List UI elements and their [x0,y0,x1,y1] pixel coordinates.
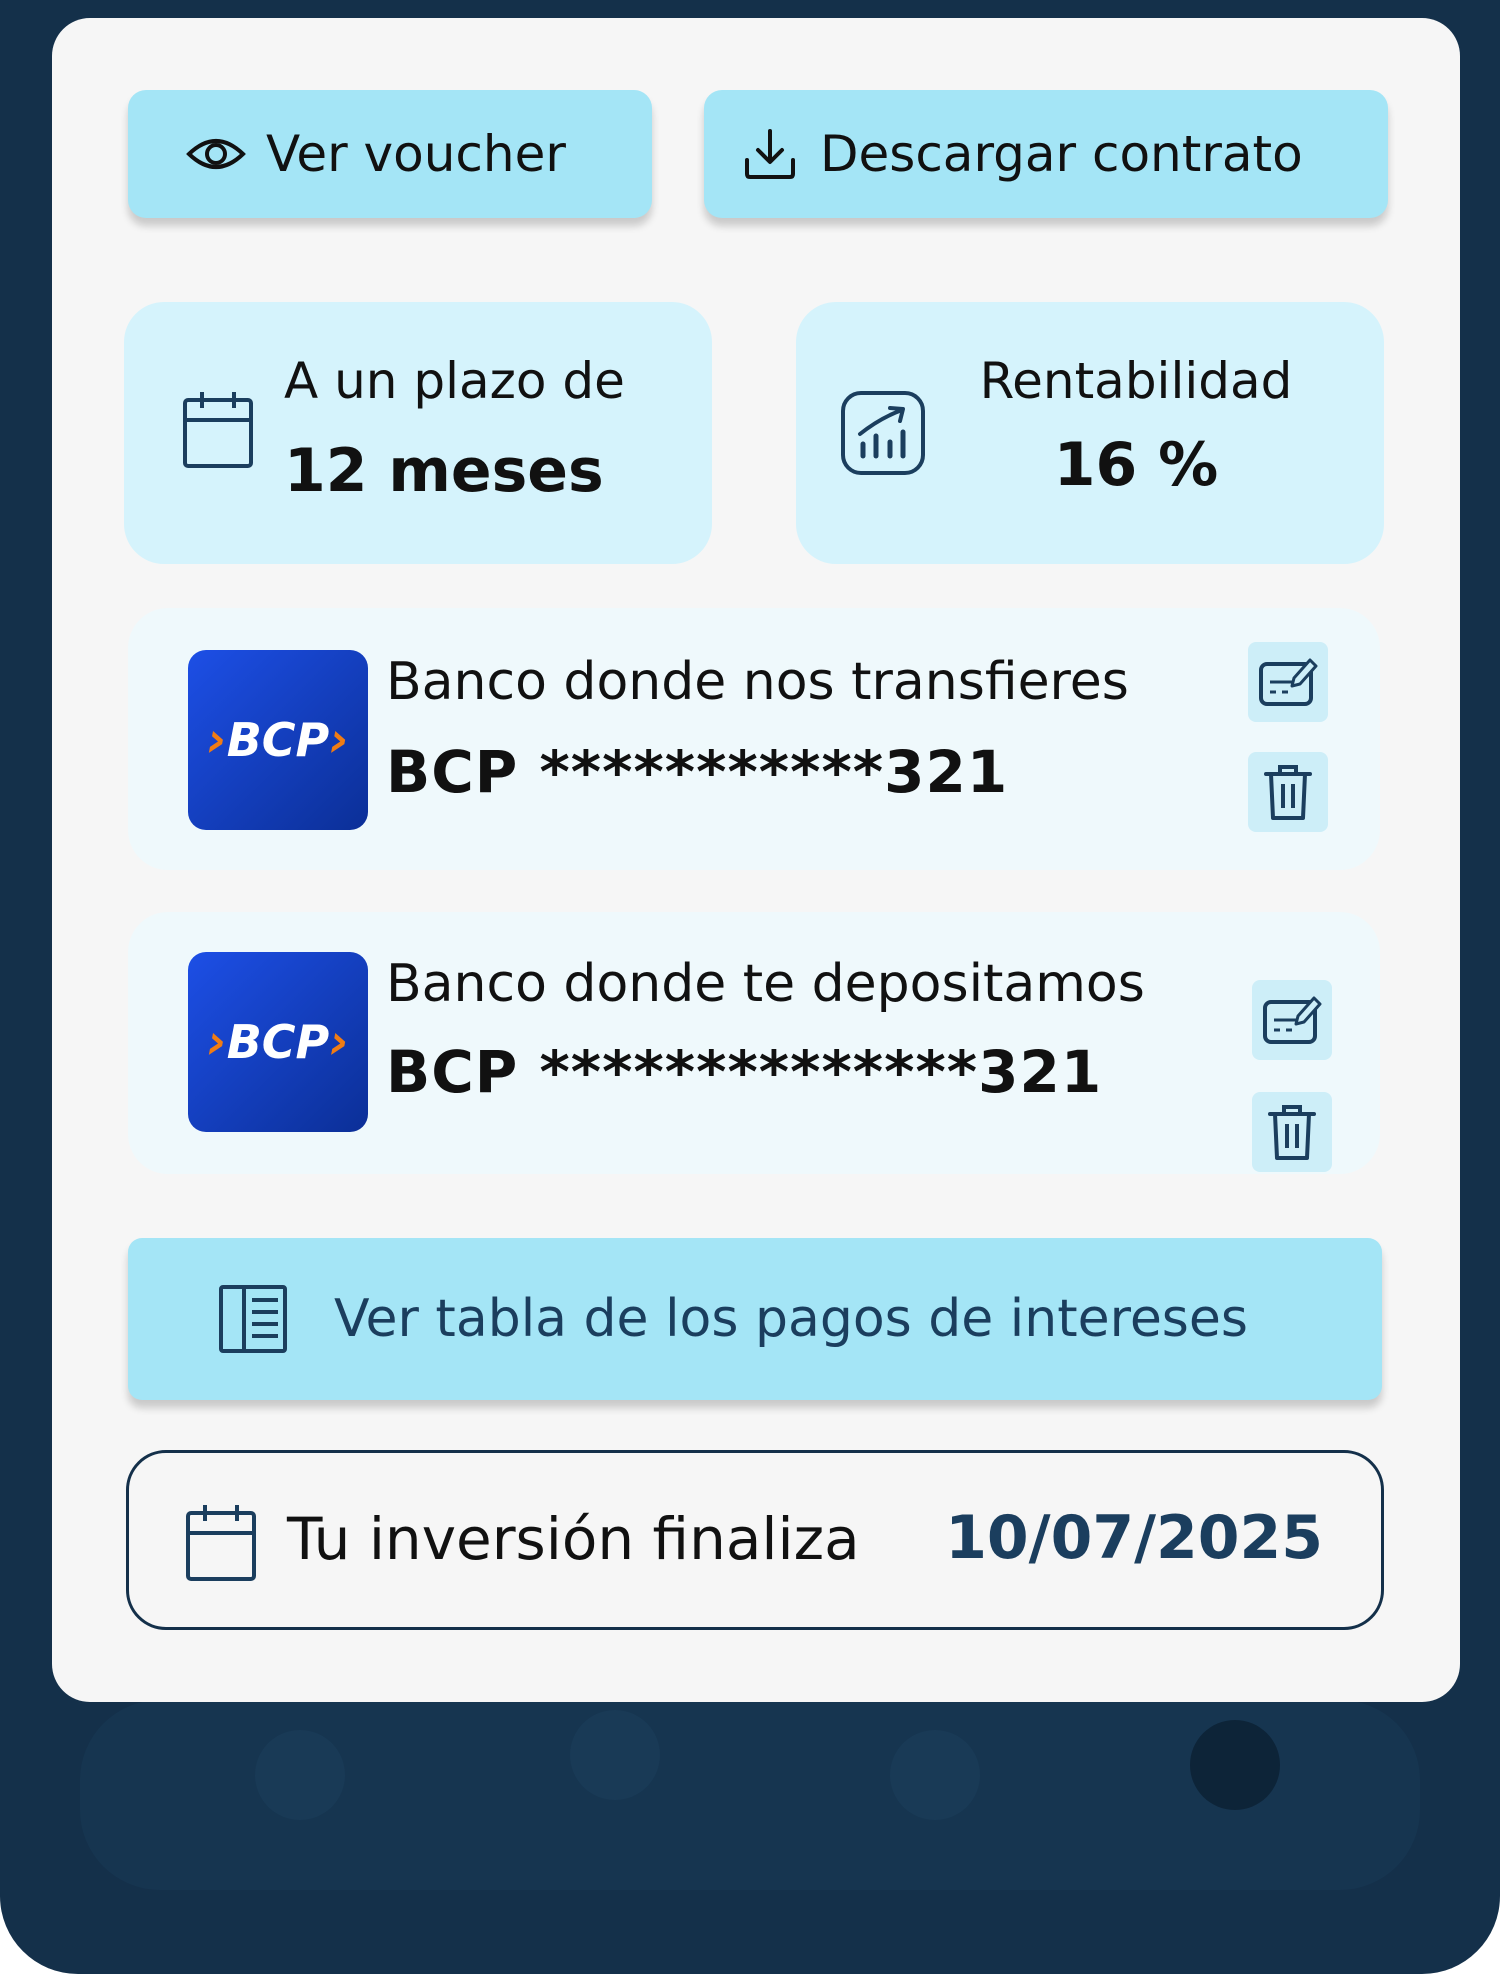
destination-bank-card: › BCP › Banco donde te depositamos BCP *… [128,912,1380,1174]
edit-icon [1258,656,1318,708]
calendar-icon [182,390,254,474]
delete-origin-bank-button[interactable] [1248,752,1328,832]
destination-bank-label: Banco donde te depositamos [386,954,1145,1014]
background-nav-icon [570,1710,660,1800]
background-nav-icon [255,1730,345,1820]
edit-destination-bank-button[interactable] [1252,980,1332,1060]
profitability-caption: Rentabilidad [979,352,1293,410]
app-frame: Ver voucher Descargar contrato A un plaz… [0,0,1500,1974]
profitability-value: 16 % [1053,430,1219,500]
profitability-card: Rentabilidad 16 % [796,302,1384,564]
eye-icon [186,134,246,174]
interest-table-button[interactable]: Ver tabla de los pagos de intereses [128,1238,1382,1400]
trash-icon [1263,762,1313,822]
growth-chart-icon [840,390,926,480]
bcp-logo: › BCP › [188,952,368,1132]
edit-icon [1262,994,1322,1046]
view-voucher-label: Ver voucher [266,125,566,183]
term-value: 12 meses [284,436,604,506]
investment-detail-card: Ver voucher Descargar contrato A un plaz… [52,18,1460,1702]
download-contract-label: Descargar contrato [820,125,1303,183]
chevron-right-icon: › [329,1014,350,1070]
chevron-right-icon: › [206,1014,227,1070]
origin-bank-card: › BCP › Banco donde nos transfieres BCP … [128,608,1380,870]
term-caption: A un plazo de [284,352,625,410]
maturity-label: Tu inversión finaliza [287,1505,860,1573]
maturity-date-box: Tu inversión finaliza 10/07/2025 [126,1450,1384,1630]
maturity-date: 10/07/2025 [945,1503,1323,1573]
background-nav-icon [1190,1720,1280,1810]
destination-bank-account: BCP **************321 [386,1038,1103,1106]
interest-table-label: Ver tabla de los pagos de intereses [334,1289,1248,1349]
calendar-icon [185,1503,257,1587]
chevron-right-icon: › [329,712,350,768]
origin-bank-label: Banco donde nos transfieres [386,652,1129,712]
view-voucher-button[interactable]: Ver voucher [128,90,652,218]
chevron-right-icon: › [206,712,227,768]
bcp-logo: › BCP › [188,650,368,830]
edit-origin-bank-button[interactable] [1248,642,1328,722]
origin-bank-account: BCP ***********321 [386,738,1009,806]
delete-destination-bank-button[interactable] [1252,1092,1332,1172]
trash-icon [1267,1102,1317,1162]
table-icon [218,1284,288,1354]
background-nav-icon [890,1730,980,1820]
download-contract-button[interactable]: Descargar contrato [704,90,1388,218]
download-icon [742,127,798,181]
bcp-logo-text: BCP [226,1015,330,1069]
bcp-logo-text: BCP [226,713,330,767]
term-card: A un plazo de 12 meses [124,302,712,564]
